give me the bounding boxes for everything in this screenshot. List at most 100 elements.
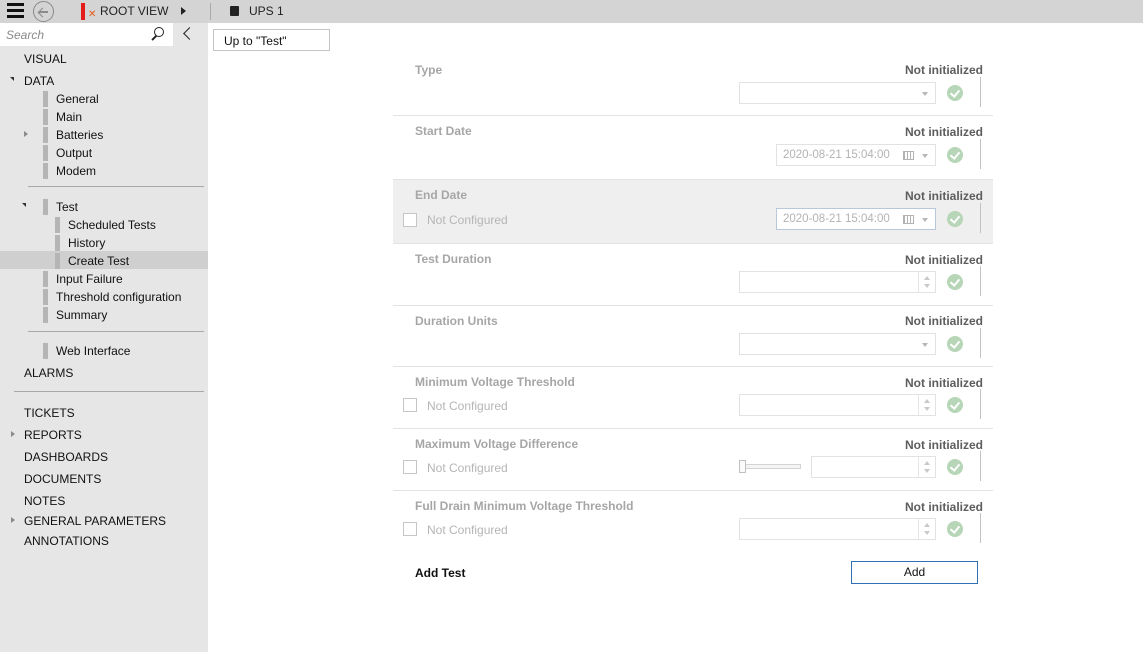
sidebar-item-tickets[interactable]: TICKETS xyxy=(24,406,75,420)
sidebar-item-test[interactable]: Test xyxy=(56,200,78,214)
check-icon xyxy=(947,521,963,537)
status-text: Not initialized xyxy=(905,314,983,328)
row-divider xyxy=(980,266,981,296)
tree-marker xyxy=(43,127,48,143)
check-icon xyxy=(947,459,963,475)
field-label: Type xyxy=(415,63,443,77)
sidebar-item-history[interactable]: History xyxy=(68,236,105,250)
sidebar-item-web-interface[interactable]: Web Interface xyxy=(56,344,130,358)
expand-test-icon[interactable] xyxy=(22,203,26,207)
field-label: Full Drain Minimum Voltage Threshold xyxy=(415,499,634,513)
row-divider xyxy=(980,77,981,107)
current-breadcrumb[interactable]: UPS 1 xyxy=(249,4,284,18)
sidebar-item-data[interactable]: DATA xyxy=(24,74,54,88)
check-icon xyxy=(947,397,963,413)
sidebar-item-dashboards[interactable]: DASHBOARDS xyxy=(24,450,108,464)
add-test-label: Add Test xyxy=(415,566,466,580)
end-date-value: 2020-08-21 15:04:00 xyxy=(783,213,890,225)
sidebar: Search xyxy=(0,23,208,652)
expand-reports-icon[interactable] xyxy=(11,431,15,437)
chevron-down-icon[interactable] xyxy=(922,218,928,222)
number-stepper[interactable] xyxy=(918,519,935,539)
sidebar-item-annotations[interactable]: ANNOTATIONS xyxy=(24,534,109,548)
end-date-picker[interactable]: 2020-08-21 15:04:00 xyxy=(776,208,936,230)
row-divider xyxy=(980,389,981,419)
root-view-breadcrumb[interactable]: ROOT VIEW xyxy=(100,4,168,18)
search-box[interactable]: Search xyxy=(0,23,173,46)
status-text: Not initialized xyxy=(905,376,983,390)
voltage-slider-handle[interactable] xyxy=(739,460,746,473)
sidebar-item-general-parameters[interactable]: GENERAL PARAMETERS xyxy=(24,514,166,528)
maximum-voltage-difference-input[interactable] xyxy=(811,456,936,478)
not-configured-label: Not Configured xyxy=(427,213,508,227)
row-divider xyxy=(980,513,981,543)
status-text: Not initialized xyxy=(905,63,983,77)
tree-marker xyxy=(55,235,60,251)
check-icon xyxy=(947,85,963,101)
not-configured-checkbox[interactable] xyxy=(403,213,417,227)
tree-marker xyxy=(43,145,48,161)
expand-general-parameters-icon[interactable] xyxy=(11,517,15,523)
sidebar-item-alarms[interactable]: ALARMS xyxy=(24,366,73,380)
sidebar-item-main[interactable]: Main xyxy=(56,110,82,124)
sidebar-item-threshold-configuration[interactable]: Threshold configuration xyxy=(56,290,181,304)
expand-batteries-icon[interactable] xyxy=(24,131,28,137)
field-label: Test Duration xyxy=(415,252,492,266)
tree-marker xyxy=(43,109,48,125)
sidebar-item-summary[interactable]: Summary xyxy=(56,308,107,322)
number-stepper[interactable] xyxy=(918,272,935,292)
sidebar-item-modem[interactable]: Modem xyxy=(56,164,96,178)
sidebar-item-reports[interactable]: REPORTS xyxy=(24,428,82,442)
field-label: Start Date xyxy=(415,124,472,138)
sidebar-item-scheduled-tests[interactable]: Scheduled Tests xyxy=(68,218,156,232)
tree-marker xyxy=(43,343,48,359)
form-row-type: Type Not initialized xyxy=(393,55,993,116)
sidebar-item-notes[interactable]: NOTES xyxy=(24,494,65,508)
search-icon[interactable] xyxy=(150,26,166,42)
sidebar-item-batteries[interactable]: Batteries xyxy=(56,128,103,142)
menu-icon[interactable] xyxy=(7,3,24,19)
test-duration-input[interactable] xyxy=(739,271,936,293)
minimum-voltage-threshold-input[interactable] xyxy=(739,394,936,416)
tree-marker xyxy=(55,253,60,269)
up-to-parent-button[interactable]: Up to "Test" xyxy=(213,29,330,51)
not-configured-checkbox[interactable] xyxy=(403,460,417,474)
sidebar-item-general[interactable]: General xyxy=(56,92,99,106)
sidebar-item-input-failure[interactable]: Input Failure xyxy=(56,272,123,286)
root-view-icon: ✕ xyxy=(81,3,96,20)
calendar-icon[interactable] xyxy=(903,151,914,160)
tree-marker xyxy=(43,163,48,179)
form-row-end-date: End Date Not initialized Not Configured … xyxy=(393,180,993,244)
form-row-full-drain-minimum-voltage-threshold: Full Drain Minimum Voltage Threshold Not… xyxy=(393,491,993,551)
back-arrow-icon[interactable] xyxy=(33,1,54,22)
calendar-icon[interactable] xyxy=(903,215,914,224)
sidebar-item-create-test[interactable]: Create Test xyxy=(68,254,129,268)
number-stepper[interactable] xyxy=(918,457,935,477)
add-test-button[interactable]: Add xyxy=(851,561,978,584)
sidebar-item-visual[interactable]: VISUAL xyxy=(24,52,67,66)
tree-marker xyxy=(43,271,48,287)
row-divider xyxy=(980,139,981,169)
collapse-sidebar-icon[interactable] xyxy=(183,27,196,40)
full-drain-minimum-voltage-threshold-input[interactable] xyxy=(739,518,936,540)
type-select[interactable] xyxy=(739,82,936,104)
chevron-down-icon[interactable] xyxy=(922,154,928,158)
number-stepper[interactable] xyxy=(918,395,935,415)
check-icon xyxy=(947,147,963,163)
form-row-start-date: Start Date Not initialized 2020-08-21 15… xyxy=(393,116,993,180)
device-icon xyxy=(230,6,239,16)
sidebar-item-documents[interactable]: DOCUMENTS xyxy=(24,472,101,486)
expand-data-icon[interactable] xyxy=(10,77,14,81)
check-icon xyxy=(947,274,963,290)
search-input[interactable]: Search xyxy=(6,28,44,42)
not-configured-checkbox[interactable] xyxy=(403,522,417,536)
voltage-slider-track[interactable] xyxy=(739,464,801,469)
status-text: Not initialized xyxy=(905,189,983,203)
field-label: End Date xyxy=(415,188,468,202)
duration-units-select[interactable] xyxy=(739,333,936,355)
breadcrumb-arrow-icon[interactable] xyxy=(181,7,186,15)
sidebar-item-output[interactable]: Output xyxy=(56,146,92,160)
start-date-picker[interactable]: 2020-08-21 15:04:00 xyxy=(776,144,936,166)
row-divider xyxy=(980,203,981,233)
not-configured-checkbox[interactable] xyxy=(403,398,417,412)
